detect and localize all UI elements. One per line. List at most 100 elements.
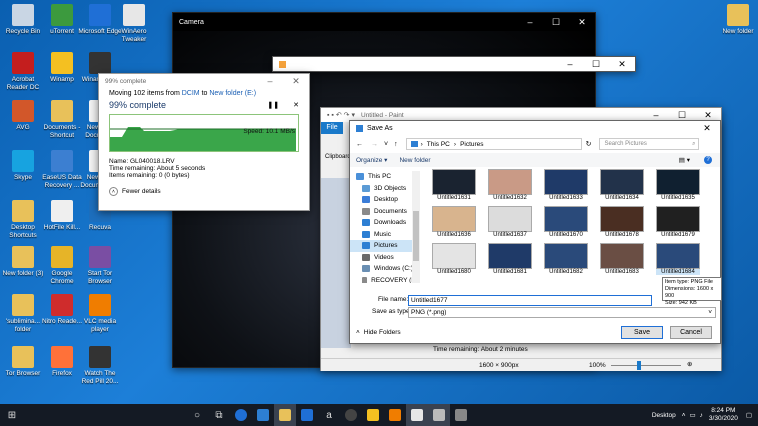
file-item[interactable]: Untitled1680 — [432, 243, 476, 275]
back-icon[interactable]: ← — [356, 141, 363, 148]
desktop-icon[interactable]: WinAero Tweaker — [112, 4, 156, 44]
file-item[interactable]: Untitled1632 — [488, 169, 532, 201]
network-icon[interactable]: ▭ — [690, 411, 696, 419]
recent-dropdown-icon[interactable]: ˅ — [384, 141, 388, 148]
camera-titlebar[interactable]: Camera – ☐ ✕ — [173, 13, 595, 31]
new-folder-button[interactable]: New folder — [399, 157, 430, 164]
desktop-icon[interactable]: Skype — [1, 150, 45, 182]
desktop-icon[interactable]: Recycle Bin — [1, 4, 45, 36]
breadcrumb-pictures[interactable]: Pictures — [460, 141, 483, 148]
file-item[interactable]: Untitled1633 — [544, 169, 588, 201]
minimize-icon[interactable]: – — [643, 110, 669, 121]
close-icon[interactable]: ✕ — [694, 123, 720, 134]
desktop-icon[interactable]: Tor Browser — [1, 346, 45, 378]
desktop-toolbar-label[interactable]: Desktop — [652, 412, 676, 419]
desktop-icon[interactable]: Desktop Shortcuts — [1, 200, 45, 240]
mail-icon[interactable] — [296, 404, 318, 426]
media-icon[interactable] — [340, 404, 362, 426]
zoom-slider[interactable] — [611, 365, 681, 366]
maximize-icon[interactable]: ☐ — [543, 17, 569, 28]
clock[interactable]: 8:24 PM 3/30/2020 — [709, 407, 738, 423]
close-icon[interactable]: ✕ — [283, 76, 309, 87]
minimize-icon[interactable]: – — [517, 17, 543, 28]
file-item[interactable]: Untitled1684 — [656, 243, 700, 275]
file-item[interactable]: Untitled1631 — [432, 169, 476, 201]
edge-icon[interactable] — [230, 404, 252, 426]
breadcrumb-this-pc[interactable]: This PC — [427, 141, 450, 148]
save-type-select[interactable]: PNG (*.png) ˅ — [408, 307, 716, 318]
file-explorer-icon[interactable] — [274, 404, 296, 426]
file-item[interactable]: Untitled1681 — [488, 243, 532, 275]
camera-icon[interactable] — [428, 404, 450, 426]
desktop-icon[interactable]: Start Tor Browser — [78, 246, 122, 286]
file-tab[interactable]: File — [321, 122, 343, 134]
nav-item[interactable]: Videos — [350, 252, 420, 264]
desktop-icon[interactable]: Watch The Red Pill 20... — [78, 346, 122, 386]
forward-icon[interactable]: → — [371, 141, 378, 148]
maximize-icon[interactable]: ☐ — [669, 110, 695, 121]
help-icon[interactable]: ? — [704, 156, 712, 164]
notifications-icon[interactable]: ▢ — [746, 411, 752, 419]
close-icon[interactable]: ✕ — [695, 110, 721, 121]
minimize-icon[interactable]: – — [257, 76, 283, 87]
address-bar[interactable]: › This PC › Pictures — [405, 138, 582, 150]
close-icon[interactable]: ✕ — [569, 17, 595, 28]
maximize-icon[interactable]: ☐ — [583, 59, 609, 70]
chevron-up-icon[interactable]: ˄ — [682, 412, 686, 419]
volume-icon[interactable]: ♪ — [700, 412, 703, 419]
task-view-icon[interactable]: ⧉ — [208, 404, 230, 426]
file-item[interactable]: Untitled1635 — [656, 169, 700, 201]
pause-button[interactable]: ❚❚ — [267, 101, 279, 109]
desktop-icon[interactable]: New folder (3) — [1, 246, 45, 278]
copy-titlebar[interactable]: 99% complete – ✕ — [99, 74, 309, 88]
paint-icon[interactable] — [406, 404, 428, 426]
save-as-titlebar[interactable]: Save As ✕ — [350, 121, 720, 135]
filename-input[interactable]: Untitled1677 — [408, 295, 652, 306]
search-input[interactable]: Search Pictures ⌕ — [599, 138, 700, 150]
desktop-icon[interactable]: 'sublimina... folder — [1, 294, 45, 334]
source-link[interactable]: DCIM — [182, 90, 200, 97]
save-as-dialog[interactable]: Save As ✕ ← → ˅ ↑ › This PC › Pictures ↻… — [349, 120, 722, 344]
file-item[interactable]: Untitled1678 — [600, 206, 644, 238]
nav-item[interactable]: RECOVERY (D:) — [350, 275, 420, 283]
store-icon[interactable] — [252, 404, 274, 426]
nav-item[interactable]: Pictures — [350, 240, 420, 252]
minimize-icon[interactable]: – — [557, 59, 583, 70]
copy-progress-window[interactable]: 99% complete – ✕ Moving 102 items from DC… — [98, 73, 310, 211]
nav-item[interactable]: Music — [350, 229, 420, 241]
fewer-details-toggle[interactable]: ˄ Fewer details — [109, 187, 299, 196]
start-button[interactable]: ⊞ — [0, 404, 24, 426]
up-icon[interactable]: ↑ — [394, 141, 398, 148]
file-grid[interactable]: Untitled1631 Untitled1632 Untitled1633 Unti… — [422, 167, 718, 283]
nav-item[interactable]: Windows (C:) — [350, 263, 420, 275]
nav-item[interactable]: Desktop — [350, 194, 420, 206]
amazon-icon[interactable]: a — [318, 404, 340, 426]
nav-item[interactable]: Documents — [350, 206, 420, 218]
nav-scrollbar-thumb[interactable] — [413, 211, 419, 261]
refresh-icon[interactable]: ↻ — [586, 140, 592, 148]
background-window[interactable]: – ☐ ✕ — [272, 56, 636, 72]
zoom-in-icon[interactable]: ⊕ — [687, 360, 692, 368]
desktop-icon[interactable]: AVG — [1, 100, 45, 132]
file-item[interactable]: Untitled1683 — [600, 243, 644, 275]
nav-item[interactable]: 3D Objects — [350, 183, 420, 195]
zoom-slider-thumb[interactable] — [637, 361, 641, 370]
close-icon[interactable]: ✕ — [609, 59, 635, 70]
desktop-icon[interactable]: Acrobat Reader DC — [1, 52, 45, 92]
cancel-copy-icon[interactable]: ✕ — [293, 101, 299, 109]
file-item[interactable]: Untitled1679 — [656, 206, 700, 238]
file-item[interactable]: Untitled1637 — [488, 206, 532, 238]
cancel-button[interactable]: Cancel — [670, 326, 712, 339]
desktop-icon[interactable]: New folder — [716, 4, 758, 36]
file-item[interactable]: Untitled1636 — [432, 206, 476, 238]
file-item[interactable]: Untitled1670 — [544, 206, 588, 238]
organize-button[interactable]: Organize ▾ — [356, 156, 387, 164]
file-item[interactable]: Untitled1634 — [600, 169, 644, 201]
nav-item[interactable]: Downloads — [350, 217, 420, 229]
nav-item[interactable]: This PC — [350, 171, 420, 183]
nav-scrollbar[interactable] — [412, 171, 420, 283]
save-button[interactable]: Save — [621, 326, 663, 339]
vlc-icon[interactable] — [384, 404, 406, 426]
app-icon[interactable] — [450, 404, 472, 426]
search-icon[interactable]: ○ — [186, 404, 208, 426]
